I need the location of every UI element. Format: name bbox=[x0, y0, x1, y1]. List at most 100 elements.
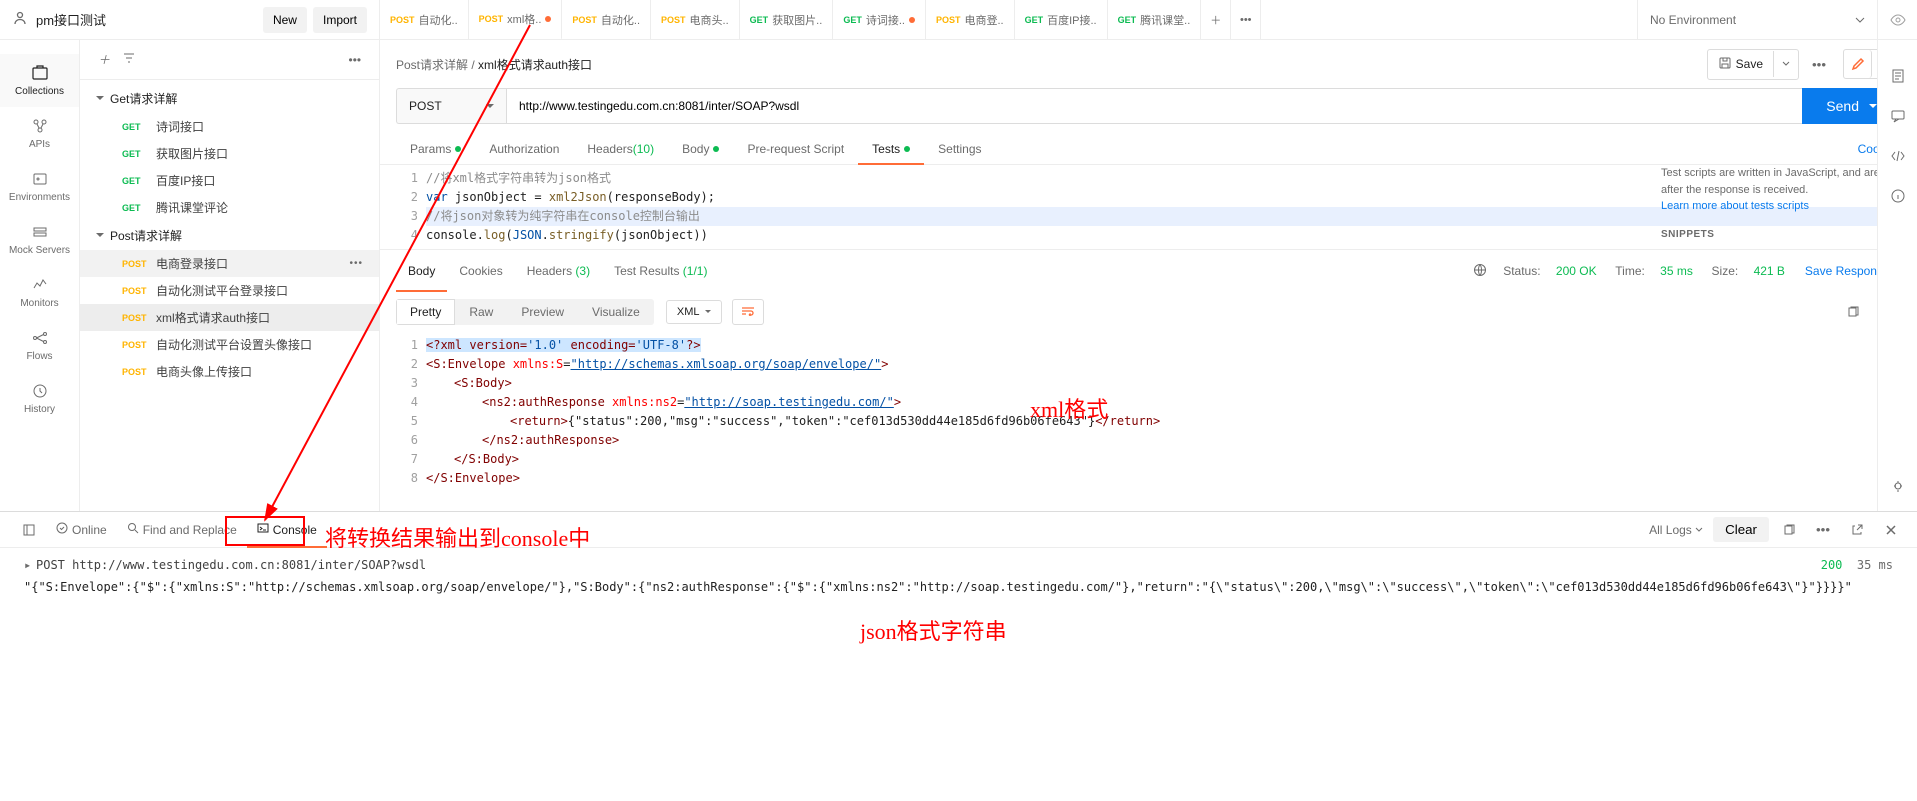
tab-body[interactable]: Body bbox=[668, 134, 733, 164]
view-pretty[interactable]: Pretty bbox=[396, 299, 455, 325]
mock-servers-icon bbox=[31, 223, 49, 241]
clear-button[interactable]: Clear bbox=[1713, 517, 1769, 542]
environment-selector[interactable]: No Environment bbox=[1637, 0, 1877, 39]
sidebar-item[interactable]: POST电商登录接口 bbox=[80, 250, 379, 277]
save-button[interactable]: Save bbox=[1708, 50, 1773, 79]
tab-3[interactable]: POST电商头.. bbox=[651, 0, 740, 39]
add-icon[interactable]: ＋ bbox=[98, 51, 110, 68]
resp-gutter: 12345678 bbox=[396, 336, 426, 488]
tab-tests[interactable]: Tests bbox=[858, 134, 924, 164]
filter-icon[interactable] bbox=[122, 51, 136, 68]
sidebar-item[interactable]: POST自动化测试平台登录接口 bbox=[80, 277, 379, 304]
rail-apis[interactable]: APIs bbox=[0, 107, 79, 160]
more-actions-button[interactable]: ••• bbox=[1805, 50, 1833, 78]
tab-params[interactable]: Params bbox=[396, 134, 475, 164]
sidebar-item[interactable]: GET诗词接口 bbox=[80, 113, 379, 140]
resp-tab-cookies[interactable]: Cookies bbox=[447, 256, 514, 286]
rail-mock-servers[interactable]: Mock Servers bbox=[0, 213, 79, 266]
active-dot bbox=[455, 146, 461, 152]
url-input[interactable] bbox=[506, 88, 1803, 124]
tab-8[interactable]: GET腾讯课堂.. bbox=[1108, 0, 1202, 39]
response-tabs: Body Cookies Headers (3) Test Results (1… bbox=[380, 249, 1917, 292]
resp-code[interactable]: <?xml version='1.0' encoding='UTF-8'?> <… bbox=[426, 336, 1901, 488]
comments-icon[interactable] bbox=[1882, 100, 1914, 132]
environments-icon bbox=[31, 170, 49, 188]
info-icon[interactable] bbox=[1882, 180, 1914, 212]
view-raw[interactable]: Raw bbox=[455, 299, 507, 325]
script-editor[interactable]: 1234 //将xml格式字符串转为json格式 var jsonObject … bbox=[380, 165, 1917, 249]
tab-more-button[interactable]: ••• bbox=[1231, 0, 1261, 39]
rail-monitors[interactable]: Monitors bbox=[0, 266, 79, 319]
annotation-json: json格式字符串 bbox=[860, 614, 1007, 646]
folder-post[interactable]: Post请求详解 bbox=[80, 221, 379, 250]
tab-7[interactable]: GET百度IP接.. bbox=[1015, 0, 1108, 39]
tab-4[interactable]: GET获取图片.. bbox=[740, 0, 834, 39]
rail-history[interactable]: History bbox=[0, 372, 79, 425]
console-button[interactable]: Console bbox=[247, 512, 327, 548]
tab-prerequest[interactable]: Pre-request Script bbox=[733, 134, 858, 164]
sidebar-item[interactable]: GET百度IP接口 bbox=[80, 167, 379, 194]
expand-toggle[interactable]: ▸ bbox=[24, 558, 36, 572]
docs-icon[interactable] bbox=[1882, 60, 1914, 92]
rail-collections[interactable]: Collections bbox=[0, 54, 79, 107]
save-dropdown[interactable] bbox=[1773, 51, 1798, 77]
format-selector[interactable]: XML bbox=[666, 300, 723, 324]
sidebar: ＋ ••• Get请求详解 GET诗词接口 GET获取图片接口 GET百度IP接… bbox=[80, 40, 380, 511]
console-body[interactable]: ▸ POST http://www.testingedu.com.cn:8081… bbox=[0, 548, 1917, 608]
copy-icon[interactable] bbox=[1839, 298, 1867, 326]
folder-get[interactable]: Get请求详解 bbox=[80, 84, 379, 113]
collection-tree: Get请求详解 GET诗词接口 GET获取图片接口 GET百度IP接口 GET腾… bbox=[80, 80, 379, 511]
globe-icon[interactable] bbox=[1473, 263, 1487, 280]
bulb-icon[interactable] bbox=[1882, 471, 1914, 503]
workspace-name[interactable]: pm接口测试 bbox=[36, 10, 257, 29]
tab-1[interactable]: POSTxml格.. bbox=[469, 0, 563, 39]
response-body[interactable]: 12345678 <?xml version='1.0' encoding='U… bbox=[380, 332, 1917, 492]
method-selector[interactable]: POST bbox=[396, 88, 506, 124]
tab-5[interactable]: GET诗词接.. bbox=[833, 0, 926, 39]
new-button[interactable]: New bbox=[263, 7, 307, 33]
rail-environments[interactable]: Environments bbox=[0, 160, 79, 213]
sidebar-item-active[interactable]: POSTxml格式请求auth接口 bbox=[80, 304, 379, 331]
context-bar bbox=[1877, 40, 1917, 511]
tab-2[interactable]: POST自动化.. bbox=[562, 0, 651, 39]
tab-authorization[interactable]: Authorization bbox=[475, 134, 573, 164]
view-preview[interactable]: Preview bbox=[507, 299, 578, 325]
tab-0[interactable]: POST自动化.. bbox=[380, 0, 469, 39]
log-request-line[interactable]: ▸ POST http://www.testingedu.com.cn:8081… bbox=[24, 556, 1893, 574]
tab-add-button[interactable]: ＋ bbox=[1201, 0, 1231, 39]
view-visualize[interactable]: Visualize bbox=[578, 299, 654, 325]
breadcrumb-bar: Post请求详解 / xml格式请求auth接口 Save ••• bbox=[380, 40, 1917, 88]
sidebar-item[interactable]: POST电商头像上传接口 bbox=[80, 358, 379, 385]
environment-preview-button[interactable] bbox=[1877, 0, 1917, 39]
save-button-group: Save bbox=[1707, 49, 1799, 80]
online-status[interactable]: Online bbox=[46, 512, 117, 548]
resp-tab-headers[interactable]: Headers (3) bbox=[515, 256, 602, 286]
annotation-xml: xml格式 bbox=[1030, 392, 1108, 424]
close-icon[interactable] bbox=[1877, 516, 1905, 544]
resp-tab-results[interactable]: Test Results (1/1) bbox=[602, 256, 719, 286]
wrap-button[interactable] bbox=[732, 299, 764, 325]
popout-icon[interactable] bbox=[1843, 516, 1871, 544]
more-icon[interactable]: ••• bbox=[1809, 516, 1837, 544]
import-button[interactable]: Import bbox=[313, 7, 367, 33]
layout-toggle[interactable] bbox=[12, 512, 46, 548]
code-icon[interactable] bbox=[1882, 140, 1914, 172]
resp-tab-body[interactable]: Body bbox=[396, 256, 447, 286]
sidebar-item[interactable]: POST自动化测试平台设置头像接口 bbox=[80, 331, 379, 358]
log-status: 200 35 ms bbox=[1821, 558, 1893, 572]
monitors-icon bbox=[31, 276, 49, 294]
sidebar-item[interactable]: GET获取图片接口 bbox=[80, 140, 379, 167]
copy-icon[interactable] bbox=[1775, 516, 1803, 544]
eye-icon bbox=[1890, 12, 1906, 28]
collections-icon bbox=[31, 64, 49, 82]
learn-more-link[interactable]: Learn more about tests scripts bbox=[1661, 200, 1809, 212]
sidebar-item[interactable]: GET腾讯课堂评论 bbox=[80, 194, 379, 221]
tab-settings[interactable]: Settings bbox=[924, 134, 995, 164]
log-filter[interactable]: All Logs bbox=[1639, 512, 1713, 548]
rail-flows[interactable]: Flows bbox=[0, 319, 79, 372]
pencil-icon[interactable] bbox=[1844, 50, 1872, 78]
tab-6[interactable]: POST电商登.. bbox=[926, 0, 1015, 39]
more-icon[interactable]: ••• bbox=[348, 53, 361, 67]
find-replace-button[interactable]: Find and Replace bbox=[117, 512, 247, 548]
tab-headers[interactable]: Headers (10) bbox=[573, 134, 668, 164]
